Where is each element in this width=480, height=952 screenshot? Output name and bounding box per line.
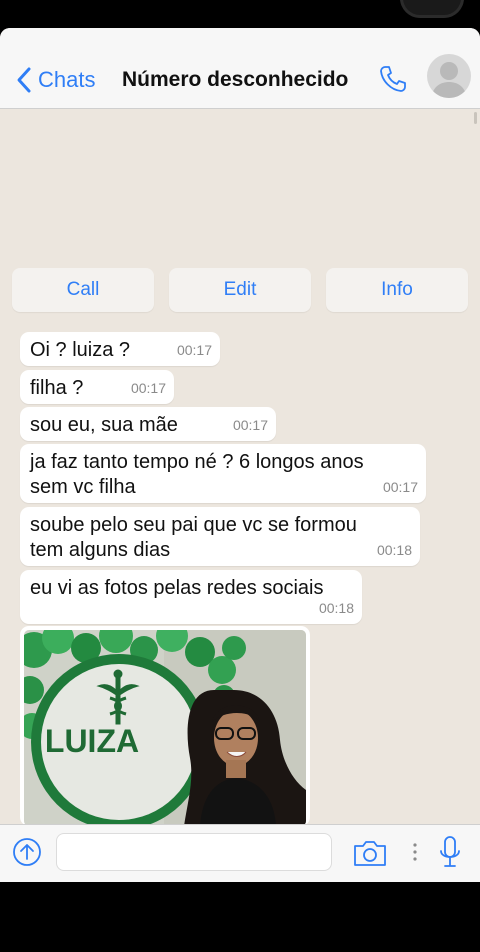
message-bubble[interactable]: eu vi as fotos pelas redes sociais 00:18 [20,570,362,624]
message-bubble[interactable]: Oi ? luiza ? 00:17 [20,332,220,366]
chat-screen: Chats Número desconhecido Call Edit Info… [0,28,480,882]
photo-message[interactable]: LUIZA [20,626,310,826]
more-dots-icon[interactable] [411,841,419,863]
message-text: sou eu, sua mãe [30,414,178,436]
info-button[interactable]: Info [326,268,468,312]
banner-name: LUIZA [45,723,139,759]
message-time: 00:18 [318,600,354,616]
message-text: ja faz tanto tempo né ? 6 longos anos se… [30,451,364,498]
message-bubble[interactable]: ja faz tanto tempo né ? 6 longos anos se… [20,444,426,503]
graduation-photo: LUIZA [24,630,306,826]
message-time: 00:17 [232,417,268,433]
message-time: 00:17 [176,342,212,358]
message-bubble[interactable]: filha ? 00:17 [20,370,174,404]
call-button[interactable]: Call [12,268,154,312]
contact-actions: Call Edit Info [12,268,468,314]
back-button[interactable]: Chats [14,64,95,96]
message-time: 00:18 [376,542,412,558]
microphone-icon[interactable] [438,835,462,869]
contact-avatar[interactable] [427,54,471,98]
avatar-icon [431,62,467,98]
camera-notch [400,0,464,18]
message-text: soube pelo seu pai que vc se formou tem … [30,514,357,561]
chevron-left-icon [17,67,31,93]
chat-header: Chats Número desconhecido [0,28,480,109]
composer-bar [0,824,480,882]
message-time: 00:17 [130,380,166,396]
message-time: 00:17 [382,479,418,495]
message-text: eu vi as fotos pelas redes sociais [30,577,324,599]
message-bubble[interactable]: sou eu, sua mãe 00:17 [20,407,276,441]
message-input[interactable] [56,833,332,871]
message-bubble[interactable]: soube pelo seu pai que vc se formou tem … [20,507,420,566]
upload-arrow-icon[interactable] [12,837,42,867]
chat-title: Número desconhecido [122,68,349,91]
phone-icon[interactable] [378,64,408,94]
edit-button[interactable]: Edit [169,268,311,312]
camera-icon[interactable] [353,839,387,867]
back-label: Chats [38,67,96,92]
scroll-indicator[interactable] [474,112,477,124]
